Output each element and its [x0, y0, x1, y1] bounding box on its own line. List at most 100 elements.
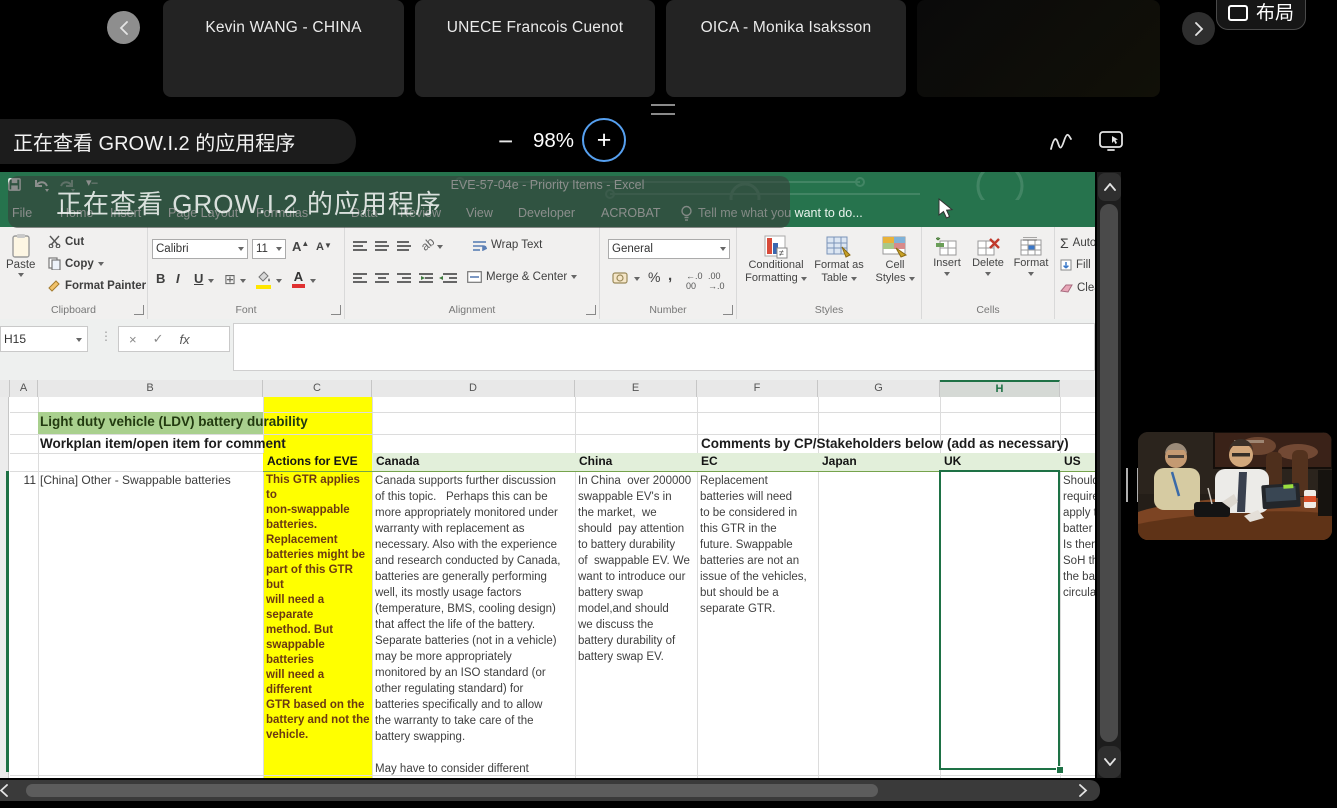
enter-icon[interactable]: ✓ [153, 331, 164, 347]
header-ec[interactable]: EC [697, 453, 818, 471]
column-header-g[interactable]: G [818, 380, 940, 397]
participants-scroll-left-button[interactable] [107, 11, 140, 44]
select-all-corner[interactable] [0, 380, 10, 397]
insert-function-icon[interactable]: fx [180, 332, 190, 347]
font-color-caret[interactable] [310, 279, 316, 283]
fill-color-caret[interactable] [276, 279, 282, 283]
column-header-i[interactable] [1060, 380, 1095, 397]
meeting-room-video-thumbnail[interactable] [1138, 432, 1332, 540]
conditional-formatting-button[interactable]: ≠ Conditional Formatting [745, 235, 807, 285]
cell-styles-button[interactable]: Cell Styles [871, 235, 919, 285]
formula-input[interactable] [233, 323, 1095, 371]
decrease-decimal-button[interactable]: .00→.0 [708, 271, 725, 291]
header-canada[interactable]: Canada [372, 453, 575, 471]
vertical-scrollbar-thumb[interactable] [1100, 204, 1118, 742]
strip-resize-grip[interactable] [651, 104, 675, 115]
column-header-d[interactable]: D [372, 380, 575, 397]
indent-icons[interactable] [419, 271, 459, 285]
fill-color-button[interactable] [256, 271, 271, 289]
header-actions-for-eve[interactable]: Actions for EVE [263, 453, 372, 471]
fill-handle[interactable] [1056, 766, 1064, 774]
column-header-c[interactable]: C [263, 380, 372, 397]
cell-a11-number[interactable]: 11 [10, 473, 36, 487]
cell-f11-ec[interactable]: Replacement batteries will need to be co… [700, 473, 816, 773]
annotate-pen-icon[interactable] [1048, 128, 1074, 154]
autosum-button[interactable]: Σ AutoSum [1060, 235, 1095, 251]
scroll-up-button[interactable] [1098, 173, 1121, 201]
italic-button[interactable]: I [176, 271, 180, 286]
paste-button[interactable]: Paste [6, 233, 35, 277]
wrap-text-button[interactable]: Wrap Text [473, 239, 542, 251]
accounting-caret[interactable] [634, 277, 640, 281]
delete-cells-button[interactable]: Delete [968, 237, 1008, 276]
font-name-caret [238, 247, 244, 251]
orientation-button[interactable]: ab [418, 234, 437, 253]
sheet-grid[interactable]: Light duty vehicle (LDV) battery durabil… [0, 397, 1095, 778]
comments-banner[interactable]: Comments by CP/Stakeholders below (add a… [701, 436, 1069, 451]
column-header-h-selected[interactable]: H [940, 380, 1060, 397]
font-dialog-launcher[interactable] [331, 305, 341, 315]
participant-tile[interactable]: OICA - Monika Isaksson [666, 0, 906, 97]
cell-i11-us[interactable]: Should require apply t batter Is ther So… [1063, 473, 1095, 773]
percent-style-button[interactable]: % [648, 269, 660, 285]
number-format-combo[interactable]: General [608, 239, 730, 259]
take-control-icon[interactable] [1097, 127, 1125, 155]
cut-button[interactable]: Cut [48, 235, 84, 248]
name-box[interactable]: H15 [0, 326, 88, 352]
scroll-down-button[interactable] [1098, 746, 1121, 778]
column-header-e[interactable]: E [575, 380, 697, 397]
cell-b11-item[interactable]: [China] Other - Swappable batteries [40, 473, 270, 487]
format-cells-button[interactable]: Format [1010, 237, 1052, 276]
header-japan[interactable]: Japan [818, 453, 940, 471]
header-china[interactable]: China [575, 453, 697, 471]
participant-video-tile[interactable] [917, 0, 1160, 97]
scroll-left-button[interactable] [0, 784, 8, 797]
column-header-b[interactable]: B [38, 380, 263, 397]
column-header-f[interactable]: F [697, 380, 818, 397]
workplan-title[interactable]: Workplan item/open item for comment [40, 436, 286, 451]
participant-tile[interactable]: UNECE Francois Cuenot [415, 0, 655, 97]
orientation-caret[interactable] [437, 245, 443, 249]
fill-button[interactable]: Fill [1060, 259, 1091, 271]
header-us[interactable]: US [1060, 453, 1095, 471]
borders-caret[interactable] [240, 279, 246, 283]
scroll-right-button[interactable] [1076, 784, 1090, 797]
borders-button[interactable]: ⊞ [224, 271, 236, 288]
grow-font-button[interactable]: A▲ [292, 239, 309, 254]
font-name-combo[interactable]: Calibri [152, 239, 248, 259]
shrink-font-button[interactable]: A▼ [316, 241, 332, 253]
cell-g11-japan[interactable] [821, 473, 937, 773]
cell-c11-actions[interactable]: This GTR applies to non-swappable batter… [266, 473, 371, 773]
format-painter-button[interactable]: Format Painter [48, 279, 146, 292]
underline-caret[interactable] [208, 279, 214, 283]
underline-button[interactable]: U [194, 271, 203, 286]
insert-cells-button[interactable]: Insert [928, 237, 966, 276]
copy-button[interactable]: Copy [48, 257, 104, 270]
font-size-combo[interactable]: 11 [252, 239, 286, 259]
bold-button[interactable]: B [156, 271, 165, 286]
vertical-align-icons[interactable] [353, 239, 411, 253]
cell-e11-china[interactable]: In China over 200000 swappable EV's in t… [578, 473, 696, 773]
comma-style-button[interactable]: , [668, 267, 672, 284]
zoom-in-button[interactable]: + [582, 118, 626, 162]
horizontal-scrollbar-thumb[interactable] [26, 784, 878, 797]
horizontal-align-icons[interactable] [353, 271, 411, 285]
alignment-dialog-launcher[interactable] [586, 305, 596, 315]
accounting-format-icon[interactable] [612, 271, 630, 285]
participant-tile[interactable]: Kevin WANG - CHINA [163, 0, 404, 97]
cancel-icon[interactable]: × [129, 332, 137, 347]
merge-center-button[interactable]: Merge & Center [467, 271, 577, 283]
font-color-button[interactable]: A [292, 269, 305, 288]
participants-scroll-right-button[interactable] [1182, 12, 1215, 45]
layout-button[interactable]: 布局 [1216, 0, 1306, 30]
increase-decimal-button[interactable]: ←.000 [686, 271, 703, 291]
header-uk[interactable]: UK [940, 453, 1060, 471]
cell-d11-canada[interactable]: Canada supports further discussion of th… [375, 473, 575, 775]
clear-button[interactable]: Clear [1060, 282, 1095, 294]
format-as-table-button[interactable]: Format as Table [811, 235, 867, 285]
clipboard-dialog-launcher[interactable] [134, 305, 144, 315]
number-dialog-launcher[interactable] [723, 305, 733, 315]
banner-title[interactable]: Light duty vehicle (LDV) battery durabil… [40, 414, 308, 429]
column-header-a[interactable]: A [10, 380, 38, 397]
zoom-out-button[interactable]: − [498, 126, 513, 157]
